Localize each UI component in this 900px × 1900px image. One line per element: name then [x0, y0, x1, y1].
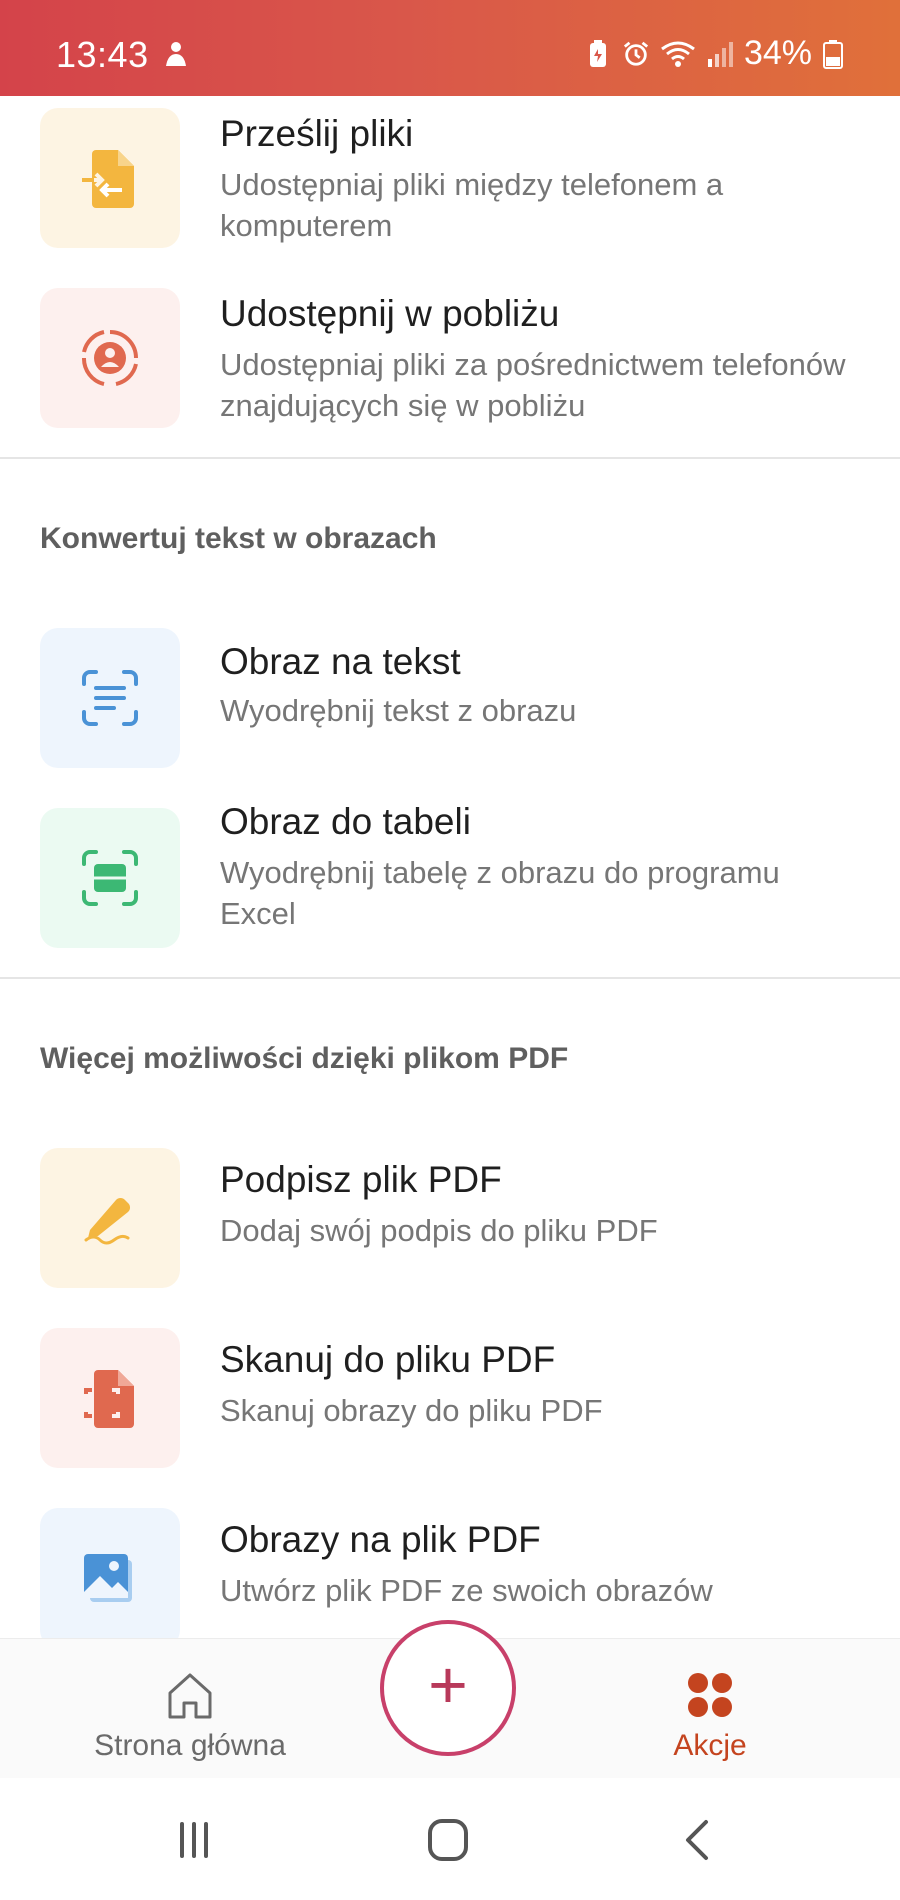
tile-transfer-files	[40, 108, 180, 248]
list-item-scan-to-pdf[interactable]: Skanuj do pliku PDF Skanuj obrazy do pli…	[0, 1328, 900, 1478]
list-item-image-to-text[interactable]: Obraz na tekst Wyodrębnij tekst z obrazu	[0, 628, 900, 778]
tile-images-to-pdf	[40, 1508, 180, 1638]
tile-nearby-share	[40, 288, 180, 428]
system-navigation-bar	[0, 1778, 900, 1900]
create-fab-button[interactable]: +	[380, 1620, 516, 1756]
actions-list[interactable]: Prześlij pliki Udostępniaj pliki między …	[0, 96, 900, 1638]
sign-pen-icon	[84, 1197, 131, 1245]
list-item-image-to-table[interactable]: Obraz do tabeli Wyodrębnij tabelę z obra…	[0, 801, 900, 958]
tile-scan-to-pdf	[40, 1328, 180, 1468]
signal-icon	[707, 41, 733, 67]
recent-apps-icon[interactable]	[164, 1816, 224, 1864]
nav-home[interactable]: Strona główna	[70, 1667, 310, 1763]
section-heading-convert: Konwertuj tekst w obrazach	[40, 522, 437, 555]
status-time: 13:43	[56, 34, 149, 75]
item-description: Udostępniaj pliki za pośrednictwem telef…	[220, 347, 846, 423]
tile-image-to-text	[40, 628, 180, 768]
nav-actions-label: Akcje	[673, 1729, 747, 1762]
item-description: Udostępniaj pliki między telefonem a kom…	[220, 167, 724, 243]
home-icon	[168, 1673, 212, 1719]
item-description: Skanuj obrazy do pliku PDF	[220, 1393, 603, 1428]
nav-actions[interactable]: Akcje	[620, 1667, 800, 1763]
status-bar: 13:43 34%	[0, 0, 900, 96]
list-item-images-to-pdf[interactable]: Obrazy na plik PDF Utwórz plik PDF ze sw…	[0, 1508, 900, 1638]
plus-icon: +	[428, 1647, 468, 1723]
image-to-text-icon	[82, 670, 138, 726]
list-item-transfer-files[interactable]: Prześlij pliki Udostępniaj pliki między …	[0, 108, 900, 258]
battery-percent: 34%	[743, 34, 812, 72]
back-icon[interactable]	[668, 1816, 728, 1864]
item-title: Prześlij pliki	[220, 113, 414, 154]
item-title: Udostępnij w pobliżu	[220, 293, 560, 334]
tile-sign-pdf	[40, 1148, 180, 1288]
list-item-nearby-share[interactable]: Udostępnij w pobliżu Udostępniaj pliki z…	[0, 288, 900, 438]
tile-image-to-table	[40, 808, 180, 948]
section-heading-pdf: Więcej możliwości dzięki plikom PDF	[40, 1042, 569, 1075]
file-transfer-icon	[82, 150, 134, 208]
wifi-icon	[661, 41, 695, 67]
nav-home-label: Strona główna	[94, 1729, 286, 1762]
divider	[0, 457, 900, 459]
images-to-pdf-icon	[84, 1554, 132, 1602]
item-description: Wyodrębnij tabelę z obrazu do programu E…	[220, 855, 780, 931]
battery-icon	[823, 39, 843, 69]
item-description: Wyodrębnij tekst z obrazu	[220, 693, 577, 728]
notification-person-icon	[166, 42, 186, 66]
item-title: Podpisz plik PDF	[220, 1159, 502, 1200]
item-description: Utwórz plik PDF ze swoich obrazów	[220, 1573, 713, 1608]
item-description: Dodaj swój podpis do pliku PDF	[220, 1213, 658, 1248]
home-circle-icon[interactable]	[418, 1816, 478, 1864]
item-title: Obraz do tabeli	[220, 801, 471, 842]
battery-saver-icon	[589, 39, 606, 67]
scan-to-pdf-icon	[84, 1370, 134, 1428]
item-title: Obraz na tekst	[220, 641, 461, 682]
list-item-sign-pdf[interactable]: Podpisz plik PDF Dodaj swój podpis do pl…	[0, 1148, 900, 1298]
actions-grid-icon	[688, 1673, 732, 1717]
item-title: Skanuj do pliku PDF	[220, 1339, 556, 1380]
image-to-table-icon	[82, 850, 138, 906]
nearby-share-icon	[81, 330, 138, 386]
alarm-icon	[623, 41, 649, 66]
item-title: Obrazy na plik PDF	[220, 1519, 541, 1560]
divider	[0, 977, 900, 979]
